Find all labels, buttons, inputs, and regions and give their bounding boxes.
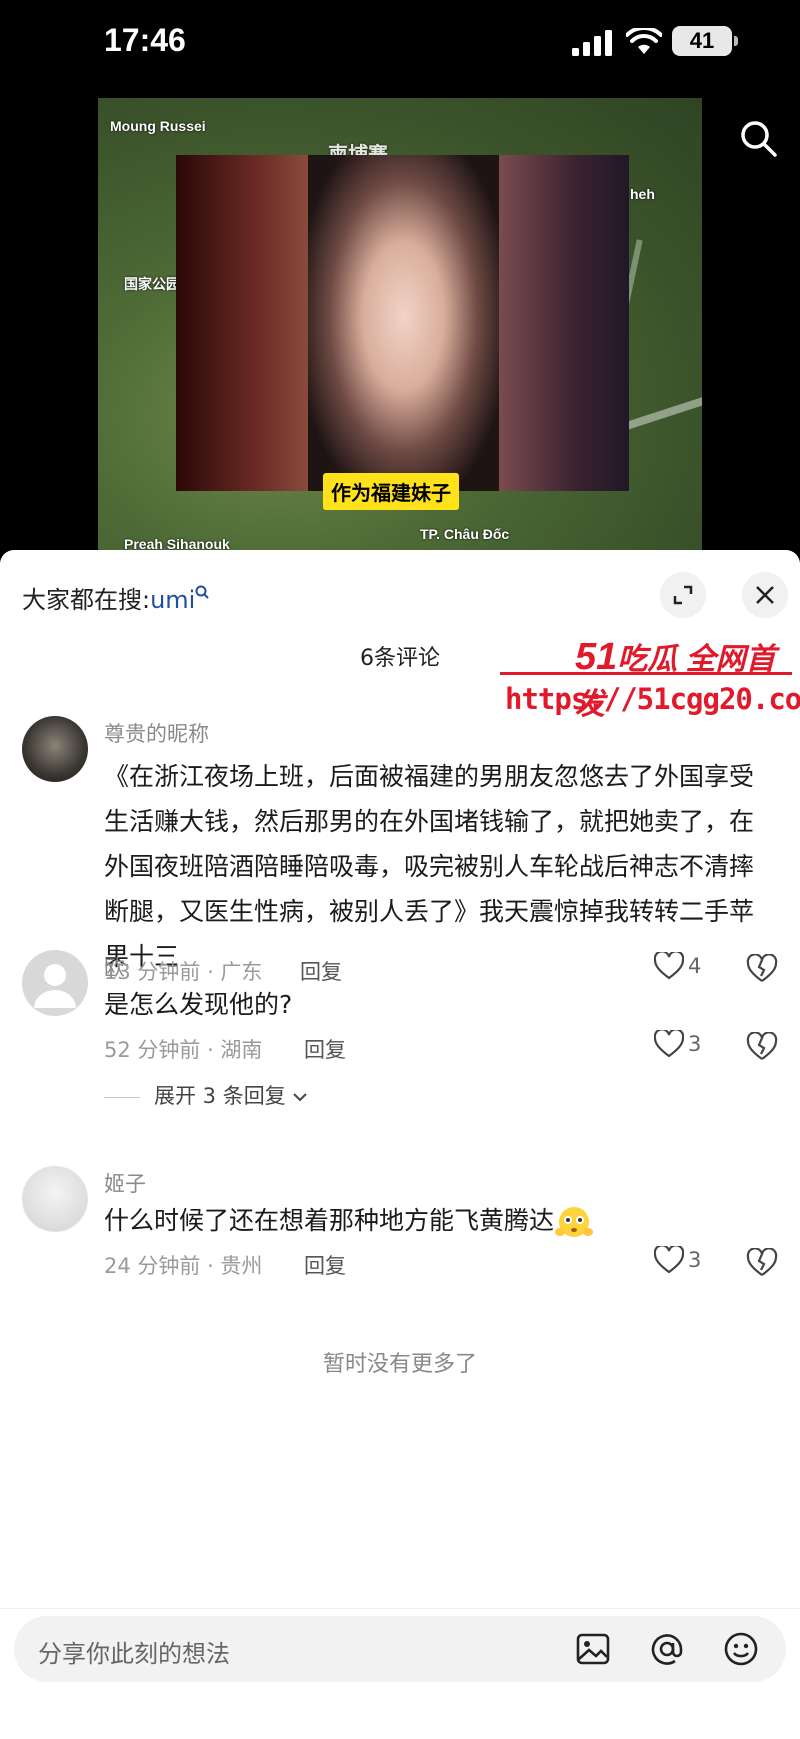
status-time: 17:46 [104,22,186,58]
cellular-signal-icon [572,30,612,56]
dislike-broken-heart-icon[interactable] [746,1248,778,1278]
avatar-default[interactable] [22,950,88,1016]
heart-icon [653,1028,685,1058]
blurred-side-left [176,155,308,491]
hot-search-prefix: 大家都在搜: [22,586,151,614]
map-label: TP. Châu Đốc [420,526,510,542]
comment-meta: 52 分钟前 · 湖南 [104,1038,263,1062]
comment-text: 是怎么发现他的? [104,990,293,1019]
input-divider [0,1608,800,1609]
flushed-emoji-icon [555,1207,594,1237]
expand-sheet-button[interactable] [660,572,706,618]
default-avatar-icon [34,964,76,1008]
like-button[interactable]: 3 [653,1028,744,1064]
heart-icon [653,950,685,980]
comment-input[interactable]: 分享你此刻的想法 [14,1616,786,1682]
comment-username[interactable]: 尊贵的昵称 [104,718,209,748]
map-label: Preah Sihanouk [124,536,230,550]
portrait-center [308,155,499,491]
mention-at-icon[interactable] [648,1630,686,1668]
small-search-icon [195,585,210,599]
dislike-broken-heart-icon[interactable] [746,954,778,984]
dislike-broken-heart-icon[interactable] [746,1032,778,1062]
watermark-url: https://51cgg20.com [505,682,800,716]
like-count: 4 [688,954,702,978]
like-count: 3 [688,1248,702,1272]
close-sheet-button[interactable] [742,572,788,618]
video-caption: 作为福建妹子 [323,473,459,510]
comment-username[interactable]: 欧 [104,952,125,982]
video-frame-portrait [176,155,629,491]
comment-meta: 24 分钟前 · 贵州 [104,1254,263,1278]
avatar[interactable] [22,1166,88,1232]
reply-button[interactable]: 回复 [304,1250,346,1280]
map-label: heh [630,186,655,202]
expand-icon [673,585,693,605]
heart-icon [653,1244,685,1274]
video-player[interactable]: Moung Russei 柬埔寨 国家公园 heh Preah Sihanouk… [98,98,702,550]
wifi-icon [626,28,662,54]
battery-indicator: 41 [672,26,738,56]
chevron-down-icon [293,1093,307,1102]
comment-input-placeholder: 分享你此刻的想法 [38,1640,230,1668]
comment-text: 《在浙江夜场上班，后面被福建的男朋友忽悠去了外国享受生活赚大钱，然后那男的在外国… [104,762,755,971]
search-icon[interactable] [738,118,778,158]
expand-dash [104,1096,140,1098]
avatar[interactable] [22,716,88,782]
blurred-side-right [499,155,629,491]
comment-text-content: 什么时候了还在想着那种地方能飞黄腾达 [104,1206,555,1235]
expand-replies-label: 展开 3 条回复 [154,1084,286,1108]
close-icon [756,586,774,604]
comment-text: 什么时候了还在想着那种地方能飞黄腾达 [104,1198,774,1243]
watermark-divider [500,672,792,675]
map-label: 国家公园 [124,276,180,292]
like-count: 3 [688,1032,702,1056]
no-more-comments: 暂时没有更多了 [322,1352,477,1377]
comment-username[interactable]: 姬子 [104,1168,146,1198]
emoji-icon[interactable] [722,1630,760,1668]
like-button[interactable]: 3 [653,1244,744,1280]
map-label: Moung Russei [110,118,206,134]
hot-search-keyword[interactable]: umi [150,586,195,614]
hot-search-bar[interactable]: 大家都在搜:umi [22,580,210,615]
expand-replies-button[interactable]: 展开 3 条回复 [104,1080,308,1110]
status-bar: 17:46 41 [0,0,800,90]
comment-sheet: 大家都在搜:umi 6条评论 51吃瓜 全网首发 https://51cgg20… [0,550,800,1739]
like-button[interactable]: 4 [653,950,744,986]
image-icon[interactable] [574,1630,612,1668]
reply-button[interactable]: 回复 [304,1034,346,1064]
